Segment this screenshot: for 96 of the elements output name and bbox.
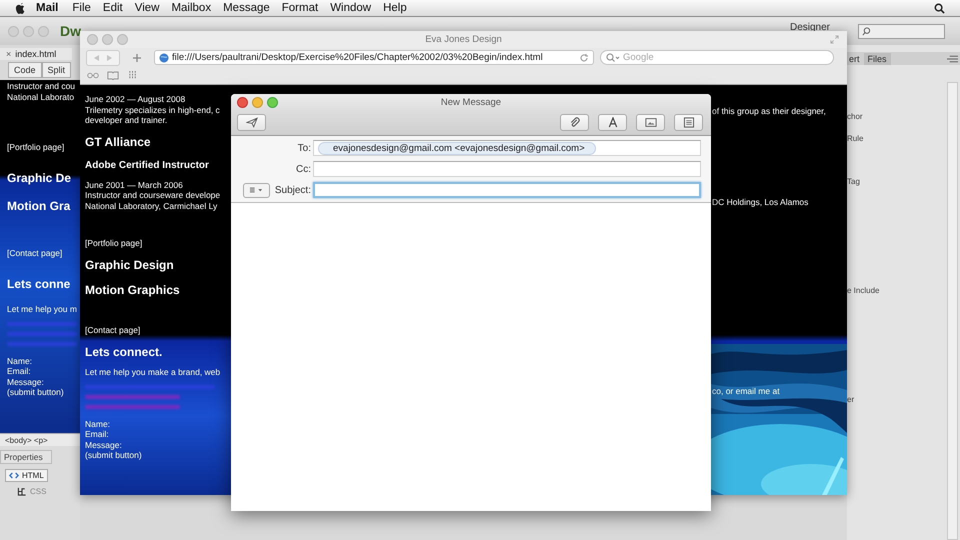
menu-item[interactable]: Format xyxy=(282,2,318,14)
field-label: Subject: xyxy=(274,184,311,196)
back-forward-buttons[interactable] xyxy=(86,50,120,66)
app-logo: Dw xyxy=(60,23,81,39)
page-text: co, or email me at xyxy=(712,386,780,396)
page-heading: Graphic Design xyxy=(85,257,174,273)
panel-tab[interactable]: ert xyxy=(849,54,860,64)
list-caret-icon xyxy=(249,186,264,194)
panel-tab[interactable]: Files xyxy=(864,52,891,64)
menu-item[interactable]: Window xyxy=(330,2,372,14)
tag-selector[interactable]: <body> <p> xyxy=(0,433,80,446)
workspace-menu[interactable]: Designer xyxy=(790,22,830,32)
reload-icon[interactable] xyxy=(579,52,589,62)
page-text: Let me help you make a brand, web xyxy=(85,367,220,378)
menu-item[interactable]: File xyxy=(72,2,91,14)
recipient-token[interactable]: evajonesdesign@gmail.com <evajonesdesign@gmail.com> xyxy=(318,142,596,154)
view-button[interactable]: Split xyxy=(42,62,72,78)
page-heading: Graphic De xyxy=(7,170,72,186)
page-heading: Motion Graphics xyxy=(85,282,180,298)
fonts-button[interactable] xyxy=(598,114,627,131)
menu-item[interactable]: Help xyxy=(383,2,407,14)
cc-field[interactable] xyxy=(313,161,701,177)
page-text: Trilemetry specializes in high-end, c xyxy=(85,104,220,115)
page-text: June 2002 — August 2008 xyxy=(85,94,186,104)
search-icon xyxy=(606,52,620,62)
paper-plane-icon xyxy=(246,117,258,128)
panel-item[interactable]: er xyxy=(847,395,960,406)
placeholder-label: [Portfolio page] xyxy=(85,238,142,249)
template-button[interactable] xyxy=(674,114,703,131)
menu-item[interactable]: Mailbox xyxy=(171,2,212,14)
to-field[interactable]: evajonesdesign@gmail.com <evajonesdesign@gmail.com> xyxy=(313,140,701,156)
page-text: Instructor and cou xyxy=(7,81,76,92)
placeholder-label: [Portfolio page] xyxy=(7,142,64,153)
page-text: Message: xyxy=(7,376,44,387)
page-text: Name: xyxy=(85,418,110,429)
page-text: Instructor and courseware develope xyxy=(85,190,220,200)
scrollbar[interactable] xyxy=(947,82,958,540)
window-title: New Message xyxy=(440,96,502,108)
attach-button[interactable] xyxy=(560,114,589,131)
panel-item[interactable]: e Include xyxy=(847,286,960,297)
placeholder-label: [Contact page] xyxy=(7,248,62,259)
properties-tab[interactable]: Properties xyxy=(0,450,52,464)
address-field[interactable]: file:///Users/paultrani/Desktop/Exercise%20Files/Chapter%2002/03%20Begin/index.html xyxy=(154,50,594,65)
menu-item[interactable]: Edit xyxy=(102,2,123,14)
window-buttons[interactable] xyxy=(237,96,278,108)
page-text: National Laborato xyxy=(7,92,74,102)
list-icon xyxy=(682,117,694,128)
placeholder-label: [Contact page] xyxy=(85,325,140,336)
page-heading: Motion Gra xyxy=(7,198,70,214)
subject-field[interactable] xyxy=(313,182,701,198)
page-text: Email: xyxy=(7,366,31,376)
code-icon xyxy=(9,471,19,480)
search-icon[interactable] xyxy=(934,2,945,14)
search-icon xyxy=(862,26,871,36)
page-heading: Lets conne xyxy=(7,276,70,292)
panel-item[interactable]: Rule xyxy=(847,134,960,145)
menu-item[interactable]: Message xyxy=(223,2,270,14)
page-heading: Lets connect. xyxy=(85,344,162,360)
globe-icon xyxy=(159,52,169,62)
document-tab[interactable]: × index.html xyxy=(0,48,72,60)
view-button[interactable]: Code xyxy=(8,62,42,78)
page-text: National Laboratory, Carmichael Ly xyxy=(85,200,218,211)
search-field[interactable] xyxy=(858,24,945,38)
window-title: Eva Jones Design xyxy=(425,34,502,45)
page-text: developer and trainer. xyxy=(85,115,168,126)
book-icon[interactable] xyxy=(107,71,119,80)
menu-item[interactable]: Mail xyxy=(36,2,58,14)
field-label: Cc: xyxy=(295,164,311,174)
reading-list-icon[interactable] xyxy=(87,71,99,80)
photo-icon xyxy=(644,117,656,128)
format-menu-button[interactable] xyxy=(243,182,270,198)
panel-item[interactable]: chor xyxy=(847,112,960,123)
page-text: Name: xyxy=(7,356,32,366)
page-subheading: Adobe Certified Instructor xyxy=(85,158,209,172)
add-icon[interactable] xyxy=(132,52,142,62)
field-label: To: xyxy=(296,142,311,154)
page-text: Message: xyxy=(85,440,122,450)
menu-icon[interactable] xyxy=(947,54,958,62)
mode-button[interactable]: HTML xyxy=(5,469,48,482)
panel-item[interactable]: Tag xyxy=(847,177,960,188)
page-text: of this group as their designer, xyxy=(712,106,826,116)
hierarchy-icon xyxy=(17,487,27,496)
page-text: (submit button) xyxy=(7,387,64,398)
page-text: (submit button) xyxy=(85,450,142,460)
page-text: DC Holdings, Los Alamos xyxy=(712,197,808,208)
paperclip-icon xyxy=(568,117,580,128)
page-text: Let me help you m xyxy=(7,304,77,314)
page-heading: GT Alliance xyxy=(85,134,151,150)
menu-item[interactable]: View xyxy=(134,2,160,14)
letter-icon xyxy=(606,117,618,128)
fullscreen-icon[interactable] xyxy=(830,35,839,44)
page-text: Email: xyxy=(85,429,109,440)
send-button[interactable] xyxy=(237,114,266,131)
apple-icon[interactable] xyxy=(15,2,26,14)
page-text: June 2001 — March 2006 xyxy=(85,180,183,190)
photo-button[interactable] xyxy=(636,114,665,131)
